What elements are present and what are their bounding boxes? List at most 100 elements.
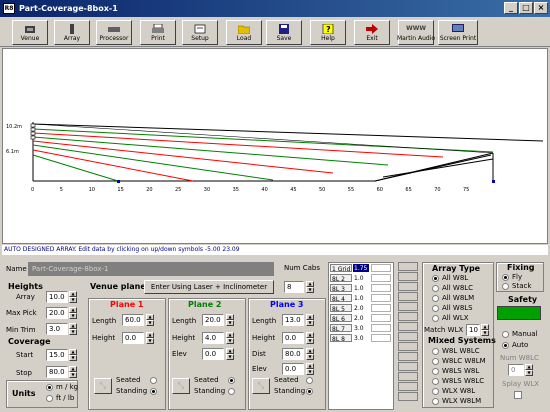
array-type-radio-0[interactable] [432, 275, 439, 282]
print-button[interactable]: Print [140, 20, 176, 45]
start-field[interactable]: 15.0 [46, 349, 68, 361]
stop-field[interactable]: 80.0 [46, 366, 68, 378]
stop-spinner[interactable]: ▲ ▼ [69, 366, 77, 378]
cell-blank[interactable] [371, 334, 391, 342]
table-row[interactable]: 8L 4 1.0 [329, 294, 393, 303]
plane-3-length-field[interactable]: 13.0 [282, 314, 304, 326]
table-row[interactable]: 8L 2 1.0 [329, 274, 393, 283]
mixed-radio-3[interactable] [432, 378, 439, 385]
exit-button[interactable]: Exit [354, 20, 390, 45]
help-label: Help [321, 35, 335, 42]
match-wlx-spinner[interactable]: ▲ ▼ [481, 324, 489, 336]
num-cabs-field[interactable]: 8 [284, 281, 304, 293]
plane-3-seated-radio[interactable] [306, 377, 313, 384]
plane-3-dist-spinner[interactable]: ▲ ▼ [306, 348, 314, 360]
plane-1-height-spinner[interactable]: ▲ ▼ [146, 332, 154, 344]
array-button[interactable]: Array [54, 20, 90, 45]
cell-angle: 3.0 [354, 325, 364, 332]
units-metric-radio[interactable] [46, 384, 53, 391]
cell-blank[interactable] [371, 314, 391, 322]
save-button[interactable]: Save [266, 20, 302, 45]
array-type-radio-3[interactable] [432, 305, 439, 312]
cell-blank[interactable] [371, 324, 391, 332]
plane-1-height-field[interactable]: 0.0 [122, 332, 144, 344]
plane-2-seated-radio[interactable] [228, 377, 235, 384]
fixing-stack-radio[interactable] [502, 283, 509, 290]
num-cabs-spinner[interactable]: ▲ ▼ [306, 281, 314, 293]
maximize-button[interactable]: □ [519, 2, 533, 14]
mixed-radio-4[interactable] [432, 388, 439, 395]
cell-blank[interactable] [371, 274, 391, 282]
max-pick-field[interactable]: 20.0 [46, 307, 68, 319]
plane-2-length-field[interactable]: 20.0 [202, 314, 224, 326]
load-button[interactable]: Load [226, 20, 262, 45]
table-row[interactable]: 8L 6 2.0 [329, 314, 393, 323]
plane-3-length-spinner[interactable]: ▲ ▼ [306, 314, 314, 326]
plane-3-elev-spinner[interactable]: ▲ ▼ [306, 363, 314, 375]
cell-blank[interactable] [371, 304, 391, 312]
start-spinner[interactable]: ▲ ▼ [69, 349, 77, 361]
table-row[interactable]: 8L 3 1.0 [329, 284, 393, 293]
array-type-radio-4[interactable] [432, 315, 439, 322]
plane-2-height-spinner[interactable]: ▲ ▼ [226, 332, 234, 344]
plane-3-dist-field[interactable]: 80.0 [282, 348, 304, 360]
mode-auto-radio[interactable] [502, 342, 509, 349]
table-row[interactable]: 8L 5 2.0 [329, 304, 393, 313]
coverage-stop-marker[interactable] [492, 180, 495, 183]
table-row[interactable]: 8L 8 3.0 [329, 334, 393, 343]
plane-3-elev-field[interactable]: 0.0 [282, 363, 304, 375]
min-trim-field[interactable]: 3.0 [46, 323, 68, 335]
close-button[interactable]: × [534, 2, 548, 14]
venue-button[interactable]: Venue [12, 20, 48, 45]
array-type-radio-1[interactable] [432, 285, 439, 292]
cabinet-type-strip[interactable] [398, 262, 418, 410]
array-type-radio-2[interactable] [432, 295, 439, 302]
plane-2-elev-spinner[interactable]: ▲ ▼ [226, 348, 234, 360]
fixing-fly-radio[interactable] [502, 274, 509, 281]
name-field[interactable]: Part-Coverage-8box-1 [28, 262, 274, 276]
max-pick-spinner[interactable]: ▲ ▼ [69, 307, 77, 319]
mode-manual-radio[interactable] [502, 331, 509, 338]
plane-3-standing-radio[interactable] [306, 388, 313, 395]
array-height-field[interactable]: 10.0 [46, 291, 68, 303]
plane-2-seat-icon[interactable]: ⤡ [172, 378, 190, 394]
plane-2-standing-radio[interactable] [228, 388, 235, 395]
martin-audio-button[interactable]: WWW Martin Audio [397, 20, 435, 45]
table-row[interactable]: 1 Grid 1.75 [329, 264, 393, 273]
venue-planes-title: Venue planes [90, 282, 151, 291]
coverage-start-marker[interactable] [117, 180, 120, 183]
splay-wlx-checkbox[interactable] [514, 391, 522, 399]
plane-1-length-spinner[interactable]: ▲ ▼ [146, 314, 154, 326]
plane-2-length-spinner[interactable]: ▲ ▼ [226, 314, 234, 326]
cell-blank[interactable] [371, 264, 391, 272]
mixed-radio-1[interactable] [432, 358, 439, 365]
match-wlx-field[interactable]: 10 [466, 324, 480, 336]
minimize-button[interactable]: _ [504, 2, 518, 14]
mixed-radio-5[interactable] [432, 398, 439, 405]
min-trim-spinner[interactable]: ▲ ▼ [69, 323, 77, 335]
plane-3-seat-icon[interactable]: ⤡ [252, 378, 270, 394]
array-height-spinner[interactable]: ▲ ▼ [69, 291, 77, 303]
num-w8lc-spinner[interactable]: ▲ ▼ [525, 364, 533, 376]
plane-3-height-spinner[interactable]: ▲ ▼ [306, 332, 314, 344]
table-row[interactable]: 8L 7 3.0 [329, 324, 393, 333]
help-button[interactable]: ? Help [310, 20, 346, 45]
plane-3-height-field[interactable]: 0.0 [282, 332, 304, 344]
cell-blank[interactable] [371, 284, 391, 292]
units-imperial-radio[interactable] [46, 395, 53, 402]
plane-1-length-field[interactable]: 60.0 [122, 314, 144, 326]
plane-2-elev-field[interactable]: 0.0 [202, 348, 224, 360]
laser-inclinometer-button[interactable]: Enter Using Laser + Inclinometer [144, 280, 274, 294]
num-w8lc-field[interactable]: 0 [508, 364, 524, 376]
screen-print-button[interactable]: Screen Print [438, 20, 478, 45]
plane-1-seated-radio[interactable] [150, 377, 157, 384]
processor-button[interactable]: Processor [96, 20, 132, 45]
setup-button[interactable]: Setup [182, 20, 218, 45]
plane-2-height-field[interactable]: 4.0 [202, 332, 224, 344]
coverage-plot[interactable]: 10.2m 6.1m 0 5 10 15 20 25 30 35 40 45 50 55 60 65 70 7… [2, 48, 548, 244]
plane-1-seat-icon[interactable]: ⤡ [94, 378, 112, 394]
mixed-radio-2[interactable] [432, 368, 439, 375]
mixed-radio-0[interactable] [432, 348, 439, 355]
cell-blank[interactable] [371, 294, 391, 302]
plane-1-standing-radio[interactable] [150, 388, 157, 395]
